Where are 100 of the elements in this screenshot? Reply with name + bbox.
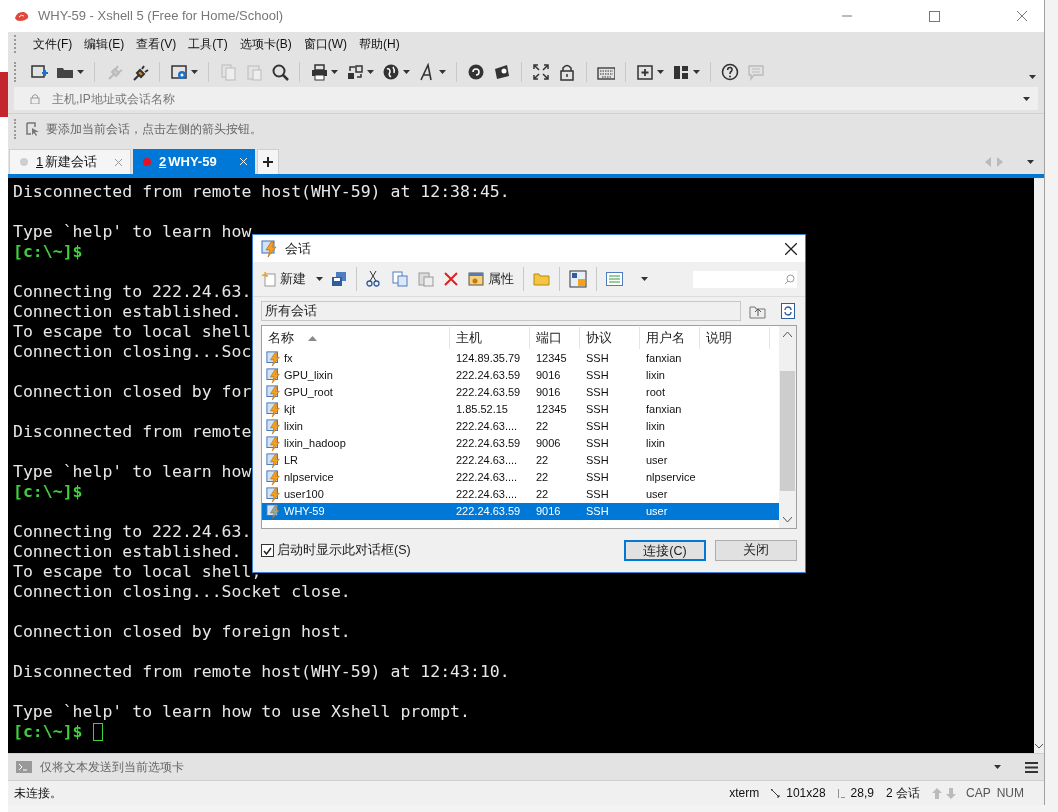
caret-icon[interactable] <box>331 69 338 74</box>
terminal-line: Connecting to 222.24.63. <box>13 282 252 302</box>
lock-icon[interactable] <box>558 62 576 81</box>
settings-icon[interactable] <box>170 62 188 81</box>
fullscreen-icon[interactable] <box>532 62 550 81</box>
delete-icon[interactable] <box>444 272 458 286</box>
dialog-button[interactable]: 关闭 <box>715 540 797 561</box>
table-cell-text: 9016 <box>536 504 561 520</box>
cut-icon[interactable] <box>366 271 380 287</box>
shell-icon[interactable] <box>467 62 485 81</box>
new-button[interactable]: 新建 <box>259 269 308 289</box>
table-cell-text: 22 <box>536 453 549 469</box>
path-field[interactable]: 所有会话 <box>261 301 741 321</box>
caret-icon[interactable] <box>367 69 374 74</box>
session-icon <box>266 384 282 401</box>
checkbox[interactable] <box>261 544 274 557</box>
session-row[interactable]: lixin_hadoop 222.24.63.59 9006 SSH lixin <box>262 435 779 452</box>
caret-icon[interactable] <box>1027 160 1034 164</box>
session-row[interactable]: GPU_lixin 222.24.63.59 9016 SSH lixin <box>262 367 779 384</box>
globe-icon[interactable] <box>382 62 400 81</box>
caret-icon[interactable] <box>191 69 198 74</box>
save-sessions-icon[interactable] <box>331 271 347 287</box>
maximize-icon[interactable] <box>929 10 940 22</box>
import-export-icon[interactable] <box>569 270 587 288</box>
menu-item[interactable]: 编辑(E) <box>79 35 130 53</box>
scrollbar[interactable] <box>779 326 796 528</box>
caret-icon[interactable] <box>316 277 323 281</box>
session-row[interactable]: fx 124.89.35.79 12345 SSH fanxian <box>262 350 779 367</box>
table-cell-text: lixin <box>646 419 665 435</box>
resize-icon <box>771 788 781 798</box>
table-cell-text: 22 <box>536 470 549 486</box>
table-cell-text: GPU_root <box>284 385 333 401</box>
menu-item[interactable]: 查看(V) <box>131 35 182 53</box>
dialog-button[interactable]: 连接(C) <box>624 540 706 561</box>
caret-icon[interactable] <box>657 69 664 74</box>
properties-button[interactable]: 属性 <box>468 269 514 289</box>
caret-icon[interactable] <box>693 69 700 74</box>
copy-icon[interactable] <box>392 271 408 287</box>
list-view-icon[interactable] <box>606 272 623 286</box>
session-row[interactable]: WHY-59 222.24.63.59 9016 SSH user <box>262 503 779 520</box>
status-message: 未连接。 <box>14 785 62 802</box>
caret-icon[interactable] <box>403 69 410 74</box>
send-field[interactable]: 仅将文本发送到当前选项卡 <box>40 758 994 776</box>
session-row[interactable]: kjt 1.85.52.15 12345 SSH fanxian <box>262 401 779 418</box>
scroll-up-icon[interactable] <box>783 332 792 337</box>
scroll-down-icon[interactable] <box>783 517 792 522</box>
new-tab-button[interactable] <box>257 149 279 174</box>
close-icon[interactable] <box>785 242 797 255</box>
menu-item[interactable]: 帮助(H) <box>354 35 405 53</box>
menu-icon[interactable] <box>1025 761 1038 773</box>
menu-item[interactable]: 工具(T) <box>183 35 233 53</box>
scroll-down-icon[interactable] <box>1035 744 1043 749</box>
search-field[interactable] <box>693 270 797 288</box>
table-cell-text: SSH <box>586 419 609 435</box>
session-row[interactable]: nlpservice 222.24.63.... 22 SSH nlpservice <box>262 469 779 486</box>
help-icon[interactable] <box>721 62 739 81</box>
caret-icon[interactable] <box>994 765 1001 769</box>
caret-icon[interactable] <box>439 69 446 74</box>
column-header[interactable]: 端口 <box>530 327 580 349</box>
caret-icon[interactable] <box>1023 96 1030 101</box>
session-icon <box>266 350 282 367</box>
column-header[interactable]: 主机 <box>450 327 530 349</box>
session-row[interactable]: GPU_root 222.24.63.59 9016 SSH root <box>262 384 779 401</box>
add-tab-icon[interactable] <box>636 62 654 81</box>
caret-icon[interactable] <box>641 277 648 281</box>
checkbox-label: 启动时显示此对话框(S) <box>277 542 411 560</box>
tab[interactable]: 2WHY-59 <box>133 149 255 174</box>
table-cell-text: SSH <box>586 453 609 469</box>
session-row[interactable]: user100 222.24.63.... 22 SSH user <box>262 486 779 503</box>
column-header[interactable]: 用户名 <box>640 327 700 349</box>
menu-item[interactable]: 文件(F) <box>28 35 78 53</box>
session-count: 2 会话 <box>885 785 920 802</box>
add-session-arrow-icon[interactable] <box>26 121 40 136</box>
search-icon[interactable] <box>271 62 289 81</box>
terminal-line: To escape to local shell <box>13 322 252 342</box>
column-header[interactable]: 说明 <box>700 327 770 349</box>
refresh-icon[interactable] <box>781 303 795 319</box>
session-icon <box>266 367 282 384</box>
scrollbar-thumb[interactable] <box>780 371 795 491</box>
script-icon[interactable] <box>493 62 511 81</box>
column-header[interactable]: 协议 <box>580 327 640 349</box>
tab[interactable]: 1新建会话 <box>9 149 131 174</box>
session-row[interactable]: LR 222.24.63.... 22 SSH user <box>262 452 779 469</box>
printer-icon[interactable] <box>310 62 328 81</box>
table-cell-text: SSH <box>586 487 609 503</box>
new-session-icon[interactable] <box>30 62 48 81</box>
caret-icon[interactable] <box>1029 74 1036 79</box>
terminal-line: Disconnected from remote <box>13 422 252 442</box>
menu-item[interactable]: 选项卡(B) <box>234 35 297 53</box>
scrollbar[interactable] <box>1034 178 1044 753</box>
address-bar[interactable]: 主机,IP地址或会话名称 <box>14 87 1038 110</box>
menu-item[interactable]: 窗口(W) <box>298 35 352 53</box>
table-cell-text: fanxian <box>646 402 682 418</box>
address-field[interactable]: 主机,IP地址或会话名称 <box>52 89 1023 108</box>
column-header[interactable]: 名称 <box>262 327 450 349</box>
caret-icon[interactable] <box>77 69 84 74</box>
folder-up-icon[interactable] <box>749 303 767 319</box>
transfer-icon[interactable] <box>346 62 364 81</box>
session-row[interactable]: lixin 222.24.63.... 22 SSH lixin <box>262 418 779 435</box>
table-cell-text: 9006 <box>536 436 561 452</box>
